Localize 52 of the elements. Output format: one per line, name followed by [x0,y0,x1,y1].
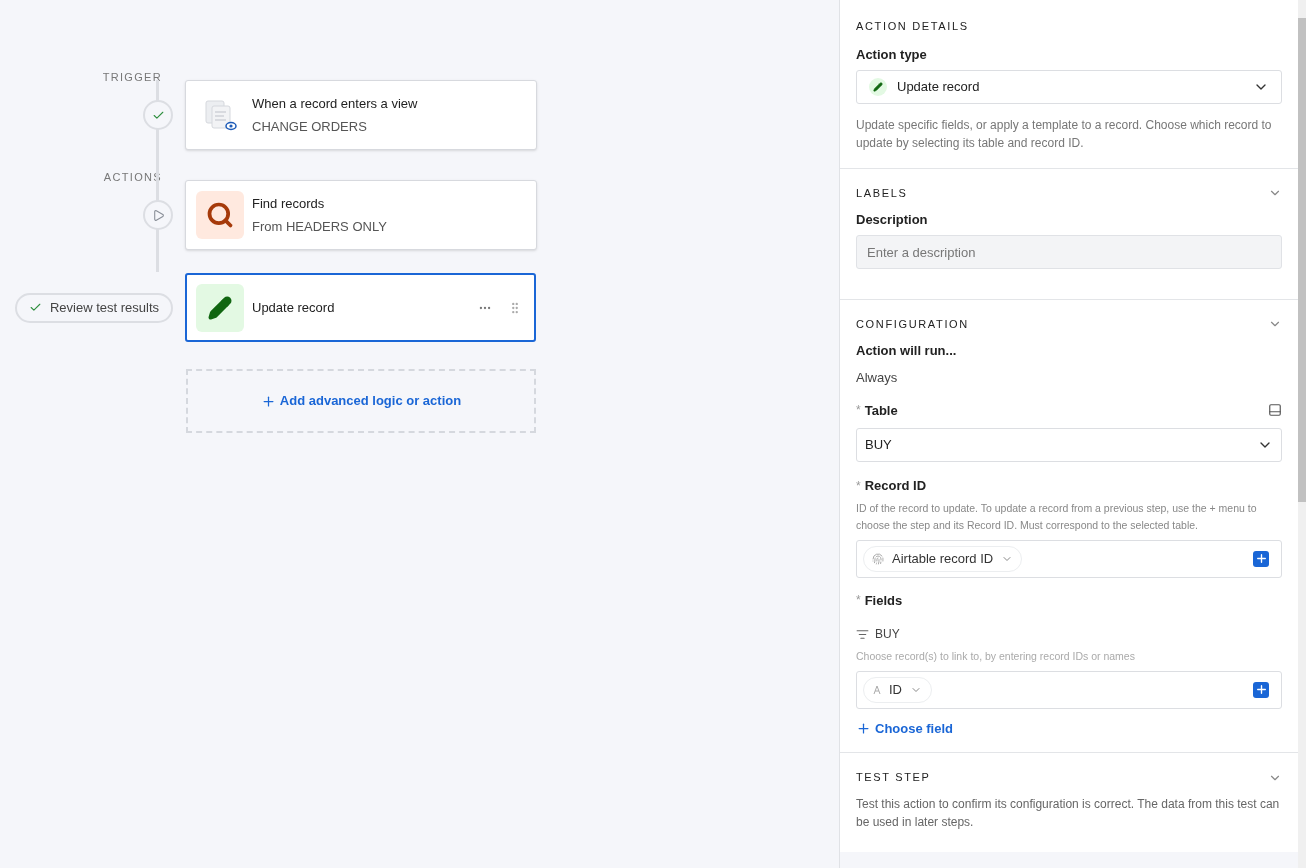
check-icon [28,301,42,314]
pencil-icon [196,283,244,332]
section-heading: LABELS [856,186,908,201]
step-card[interactable]: Update record [185,273,536,342]
step-card[interactable]: When a record enters a view CHANGE ORDERS [185,80,537,150]
field-label: Record ID [864,477,927,495]
required-asterisk: * [856,592,861,610]
linked-field-icon [856,627,869,641]
section-heading: TEST STEP [856,770,931,786]
step-title: Find records [252,195,326,213]
plus-icon [260,393,276,409]
add-plus-icon[interactable] [1253,681,1269,698]
field-label: Table [864,401,898,420]
step-card[interactable]: Find records From HEADERS ONLY [185,180,537,250]
run-condition: Always [856,369,899,387]
field-label: Action will run... [856,341,958,360]
record-id-field[interactable]: Airtable record ID [856,539,1282,578]
group-label: TRIGGER [102,71,162,83]
required-asterisk: * [856,402,861,420]
select-value: BUY [865,436,893,455]
panel-icon[interactable] [1268,403,1282,418]
search-icon [196,191,244,239]
choose-field-link[interactable]: Choose field [856,718,953,739]
step-title: When a record enters a view [252,95,419,113]
linked-record-field[interactable]: ID [856,670,1282,709]
pencil-icon [869,78,887,96]
text-type-icon [873,685,881,695]
step-title: Update record [252,298,336,317]
help-text: Test this action to confirm its configuration is correct. The data from this test can be used in later steps. [856,795,1281,831]
select-value: Update record [897,78,981,97]
help-text: ID of the record to update. To update a record from a previous step, use the + menu to choose the step and its Record ID. Must correspond to the selected table. [856,500,1258,533]
help-text: Choose record(s) to link to, by entering record IDs or names [856,649,1136,664]
step-subtitle: CHANGE ORDERS [252,117,368,136]
review-test-results-button[interactable]: Review test results [14,292,173,323]
plus-icon [856,721,871,736]
add-action-link[interactable]: Add advanced logic or action [260,391,462,411]
scrollbar-thumb[interactable] [1298,18,1306,502]
description-field[interactable]: Enter a description [856,235,1282,269]
section-heading: CONFIGURATION [856,317,969,332]
action-type-select[interactable]: Update record [856,70,1282,104]
required-asterisk: * [856,477,861,495]
help-text: Update specific fields, or apply a template to a record. Choose which record to update by selecting its table and record ID. [856,117,1273,152]
fingerprint-icon [872,552,884,565]
add-plus-icon[interactable] [1253,550,1269,567]
table-view-icon [203,98,237,132]
field-label: Description [856,210,929,229]
table-select[interactable]: BUY [856,428,1282,462]
field-name: BUY [875,626,900,643]
field-label: Action type [856,45,928,64]
step-subtitle: From HEADERS ONLY [252,217,388,236]
section-heading: ACTION DETAILS [856,19,969,34]
field-label: Fields [864,591,903,610]
